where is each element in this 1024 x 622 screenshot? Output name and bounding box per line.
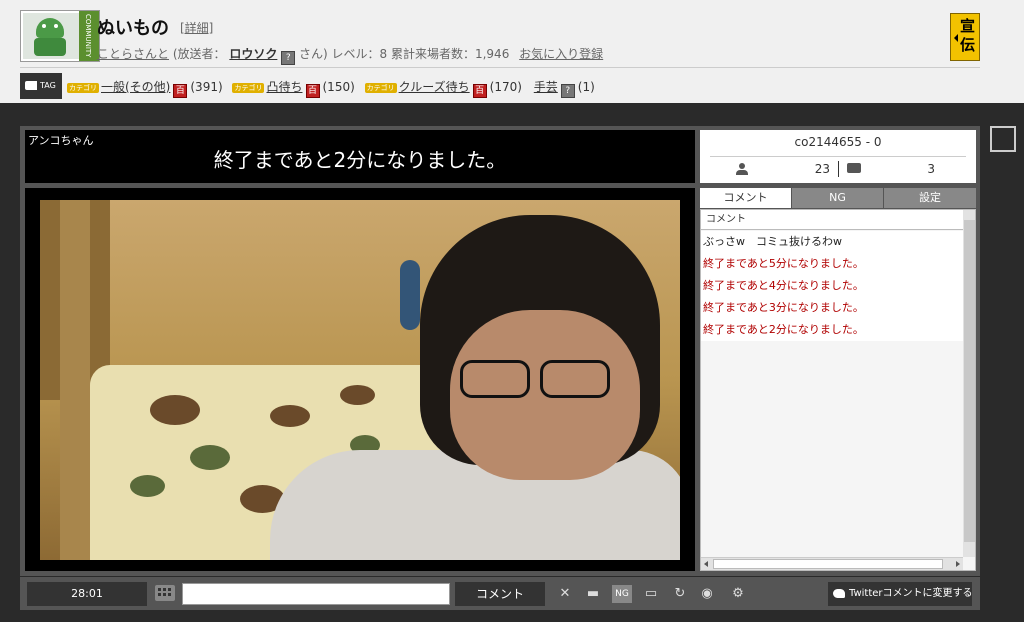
community-thumbnail[interactable]: COMMUNITY: [20, 10, 100, 62]
community-icon-image: [23, 13, 79, 59]
side-panel-toggle[interactable]: [990, 126, 1016, 152]
twitter-toggle-button[interactable]: Twitterコメントに変更する: [828, 582, 972, 606]
keyboard-icon[interactable]: [155, 585, 175, 601]
comment-row[interactable]: 終了まであと5分になりました。: [701, 253, 963, 275]
tag-count: (150): [323, 80, 355, 94]
comment-submit-button[interactable]: コメント: [455, 582, 545, 606]
comment-row[interactable]: 終了まであと3分になりました。: [701, 297, 963, 319]
scroll-left-icon[interactable]: [704, 561, 708, 567]
broadcaster-prefix: (放送者：: [173, 47, 226, 61]
lock-icon[interactable]: 百: [306, 84, 320, 98]
community-title: ぬいもの: [97, 14, 169, 40]
stats-panel: co2144655 - 0 23 3: [700, 130, 976, 183]
community-header: COMMUNITY ぬいもの [詳細] ことらさんと (放送者： ロウソク ? …: [0, 0, 1024, 103]
vertical-scrollbar[interactable]: [963, 210, 976, 557]
tab-comment[interactable]: コメント: [700, 188, 792, 208]
detail-link[interactable]: [詳細]: [180, 19, 213, 36]
horizontal-scrollbar[interactable]: [701, 557, 963, 570]
category-badge: カテゴリ: [232, 83, 264, 93]
comment-icon: [847, 163, 861, 173]
arrow-left-icon: [954, 34, 958, 42]
comment-row[interactable]: ぶっさw コミュ抜けるわw: [701, 231, 963, 253]
person-hoodie: [270, 450, 680, 560]
elapsed-timer: 28:01: [27, 582, 147, 606]
video-frame: [40, 200, 680, 560]
tag-icon[interactable]: TAG: [20, 73, 62, 99]
community-strip: COMMUNITY: [79, 11, 99, 62]
tab-ng[interactable]: NG: [792, 188, 884, 208]
tag-link[interactable]: 手芸: [534, 80, 558, 94]
community-owner-link[interactable]: ことらさんと: [97, 47, 169, 61]
broadcaster-suffix: さん) レベル：8 累計来場者数：1,946: [299, 47, 509, 61]
speech-icon[interactable]: ▬: [583, 585, 603, 603]
tag-link[interactable]: 一般(その他): [101, 80, 170, 94]
category-badge: カテゴリ: [365, 83, 397, 93]
favorite-link[interactable]: お気に入り登録: [519, 47, 603, 61]
live-id: co2144655 - 0: [700, 135, 976, 149]
viewer-icon: [736, 163, 748, 175]
twitter-icon: [833, 589, 845, 598]
header-divider: [20, 67, 980, 68]
app-icon[interactable]: ◉: [697, 585, 717, 603]
tag-item: カテゴリ凸待ち百(150): [232, 78, 354, 98]
tag-count: (391): [190, 80, 222, 94]
comment-list: コメント ぶっさw コミュ抜けるわw 終了まであと5分になりました。 終了まであ…: [700, 209, 976, 571]
control-bar: 28:01 コメント ✕ ▬ NG ▭ ↻ ◉ ⚙ Twitterコメントに変更…: [20, 577, 980, 610]
settings-icon[interactable]: ⚙: [727, 585, 749, 603]
comment-input[interactable]: [182, 583, 450, 605]
tag-link[interactable]: クルーズ待ち: [399, 80, 470, 94]
tag-item: 手芸?(1): [532, 78, 595, 98]
comment-count: 3: [905, 162, 935, 176]
tag-link[interactable]: 凸待ち: [266, 80, 302, 94]
telop-bar: アンコちゃん 終了まであと2分になりました。: [25, 130, 695, 183]
tag-row: TAG カテゴリ一般(その他)百(391) カテゴリ凸待ち百(150) カテゴリ…: [20, 73, 1000, 99]
viewer-count: 23: [800, 162, 830, 176]
user-icon[interactable]: ?: [281, 51, 295, 65]
mute-icon[interactable]: ✕: [557, 585, 573, 603]
question-icon[interactable]: ?: [561, 84, 575, 98]
ng-icon[interactable]: NG: [612, 585, 632, 603]
broadcaster-name-link[interactable]: ロウソク: [229, 47, 277, 61]
tag-count: (1): [578, 80, 595, 94]
video-player[interactable]: [25, 188, 695, 571]
comment-row[interactable]: 終了まであと2分になりました。: [701, 319, 963, 341]
category-badge: カテゴリ: [67, 83, 99, 93]
lock-icon[interactable]: 百: [473, 84, 487, 98]
telop-message: 終了まであと2分になりました。: [25, 144, 695, 173]
ad-button-label: 宣伝: [960, 17, 976, 55]
tag-item: カテゴリ一般(その他)百(391): [67, 78, 223, 98]
tag-count: (170): [490, 80, 522, 94]
tab-settings[interactable]: 設定: [884, 188, 976, 208]
comment-tabs: コメント NG 設定: [700, 188, 976, 208]
lock-icon[interactable]: 百: [173, 84, 187, 98]
reload-icon[interactable]: ↻: [671, 585, 689, 603]
broadcast-info: ことらさんと (放送者： ロウソク ? さん) レベル：8 累計来場者数：1,9…: [97, 45, 603, 65]
screen-icon[interactable]: ▭: [640, 585, 662, 603]
comment-row[interactable]: 終了まであと4分になりました。: [701, 275, 963, 297]
comment-list-header[interactable]: コメント: [701, 210, 963, 230]
scroll-right-icon[interactable]: [956, 561, 960, 567]
tag-item: カテゴリクルーズ待ち百(170): [365, 78, 522, 98]
ad-button[interactable]: 宣伝: [950, 13, 980, 61]
